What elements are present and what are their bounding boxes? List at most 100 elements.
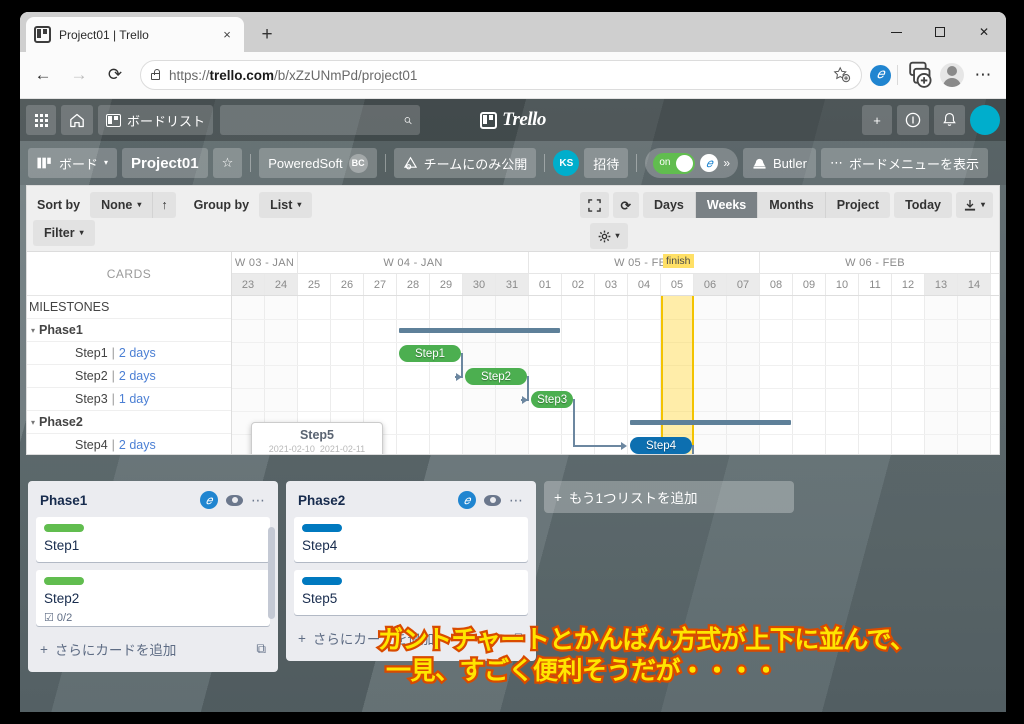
refresh-icon[interactable]: ⟳ (612, 192, 639, 218)
visibility-button[interactable]: チームにのみ公開 (393, 148, 537, 178)
gantt-dependency-arrow-icon (621, 442, 627, 450)
gantt-day-label: 25 (298, 274, 331, 295)
gantt-row-step4[interactable]: Step4 | 2 days (27, 434, 231, 454)
minimize-button[interactable] (874, 12, 918, 52)
trello-topnav: ボードリスト Trello + (20, 99, 1006, 141)
profile-icon[interactable] (940, 63, 964, 87)
forward-icon[interactable]: → (62, 58, 96, 92)
gantt-day-label: 01 (529, 274, 562, 295)
list-title[interactable]: Phase2 (298, 493, 450, 508)
star-icon[interactable]: ☆ (212, 148, 243, 178)
sort-by-label: Sort by (37, 198, 81, 212)
browser-tab[interactable]: Project01 | Trello × (26, 17, 244, 52)
gantt-row-phase1[interactable]: ▾ Phase1 (27, 319, 231, 342)
group-by-select[interactable]: List ▾ (259, 192, 313, 218)
gantt-row-step2[interactable]: Step2 | 2 days (27, 365, 231, 388)
finish-milestone-marker[interactable] (661, 296, 694, 454)
gantt-bar-step1[interactable]: Step1 (399, 345, 461, 362)
chevron-down-icon[interactable]: ▾ (31, 326, 35, 335)
plus-icon: + (554, 489, 562, 505)
list-title[interactable]: Phase1 (40, 493, 192, 508)
zoom-weeks-button[interactable]: Weeks (695, 192, 759, 218)
elegantt-icon[interactable]: 𝑒 (700, 154, 719, 172)
board-menu-label: ボードメニューを表示 (848, 156, 979, 172)
member-avatar[interactable]: KS (553, 150, 580, 176)
team-button[interactable]: PoweredSoft BC (259, 148, 377, 178)
board-menu-button[interactable]: ⋯ ボードメニューを表示 (820, 148, 988, 178)
gantt-day-label: 26 (331, 274, 364, 295)
chevron-down-icon[interactable]: ▾ (31, 418, 35, 427)
avatar[interactable] (970, 105, 1000, 135)
address-bar[interactable]: https://trello.com/b/xZzUNmPd/project01 (140, 60, 862, 90)
gantt-summary-bar[interactable] (399, 328, 560, 333)
eye-icon[interactable] (226, 494, 243, 506)
elegantt-toggle[interactable]: on (653, 152, 696, 174)
card[interactable]: Step1 (36, 517, 270, 562)
gantt-bar-step3[interactable]: Step3 (531, 391, 574, 408)
collections-icon[interactable] (904, 58, 938, 92)
card-template-icon[interactable]: ⧉ (256, 641, 266, 657)
notifications-bell-icon[interactable] (934, 105, 965, 135)
add-card-label: さらにカードを追加 (54, 643, 177, 658)
board-title[interactable]: Project01 (122, 148, 208, 178)
card-label-blue[interactable] (302, 524, 342, 532)
card[interactable]: Step4 (294, 517, 528, 562)
filter-select[interactable]: Filter ▾ (33, 220, 95, 246)
close-window-button[interactable]: ✕ (962, 12, 1006, 52)
list-menu-icon[interactable]: ⋯ (509, 492, 524, 509)
add-card-button[interactable]: + さらにカードを追加 ⧉ (36, 634, 270, 664)
sort-by-select[interactable]: None ▾ (90, 192, 154, 218)
gantt-bar-step4[interactable]: Step4 (630, 437, 692, 454)
favorite-add-icon[interactable] (833, 66, 851, 84)
sort-direction-button[interactable]: ↑ (153, 192, 176, 218)
card-label-green[interactable] (44, 577, 84, 585)
new-tab-button[interactable]: + (254, 22, 280, 48)
search-icon[interactable] (404, 113, 412, 128)
gantt-bar-step2[interactable]: Step2 (465, 368, 527, 385)
gantt-row-step1[interactable]: Step1 | 2 days (27, 342, 231, 365)
today-button[interactable]: Today (894, 192, 952, 218)
export-button[interactable]: ▾ (955, 192, 993, 218)
chevron-double-down-icon[interactable]: » (723, 156, 730, 170)
eye-icon[interactable] (484, 494, 501, 506)
settings-gear-button[interactable]: ▾ (589, 223, 628, 249)
more-icon[interactable]: ⋯ (966, 58, 1000, 92)
butler-icon (753, 158, 766, 169)
task-label: Step4 (75, 438, 108, 452)
card-label-green[interactable] (44, 524, 84, 532)
home-button[interactable] (61, 105, 93, 135)
grid-icon (34, 113, 48, 127)
list-scrollbar[interactable] (268, 527, 275, 619)
boards-list-button[interactable]: ボードリスト (98, 105, 214, 135)
info-icon[interactable] (897, 105, 929, 135)
zoom-project-button[interactable]: Project (825, 192, 891, 218)
browser-navbar: ← → ⟳ https://trello.com/b/xZzUNmPd/proj… (20, 52, 1006, 99)
zoom-months-button[interactable]: Months (758, 192, 826, 218)
elegantt-extension-icon[interactable]: 𝑒 (870, 64, 891, 86)
butler-button[interactable]: Butler (743, 148, 816, 178)
zoom-days-button[interactable]: Days (642, 192, 696, 218)
card[interactable]: Step2 ☑ 0/2 (36, 570, 270, 626)
list-menu-icon[interactable]: ⋯ (251, 492, 266, 509)
close-icon[interactable]: × (218, 26, 236, 44)
reload-icon[interactable]: ⟳ (98, 58, 132, 92)
boards-menu-button[interactable]: ボード ▾ (28, 148, 118, 178)
maximize-button[interactable] (918, 12, 962, 52)
invite-button[interactable]: 招待 (584, 148, 629, 178)
elegantt-icon[interactable]: 𝑒 (458, 491, 476, 509)
apps-grid-button[interactable] (26, 105, 56, 135)
gantt-summary-bar[interactable] (630, 420, 791, 425)
elegantt-icon[interactable]: 𝑒 (200, 491, 218, 509)
fullscreen-icon[interactable] (579, 192, 609, 218)
add-list-button[interactable]: + もう1つリストを追加 (544, 481, 794, 513)
back-icon[interactable]: ← (26, 58, 60, 92)
card-label-blue[interactable] (302, 577, 342, 585)
search-box[interactable] (220, 105, 421, 135)
visibility-label: チームにのみ公開 (423, 156, 528, 172)
lock-icon (151, 69, 160, 80)
gantt-row-step3[interactable]: Step3 | 1 day (27, 388, 231, 411)
gantt-day-label: 09 (793, 274, 826, 295)
search-input[interactable] (228, 112, 405, 128)
gantt-row-phase2[interactable]: ▾ Phase2 (27, 411, 231, 434)
add-button[interactable]: + (862, 105, 892, 135)
